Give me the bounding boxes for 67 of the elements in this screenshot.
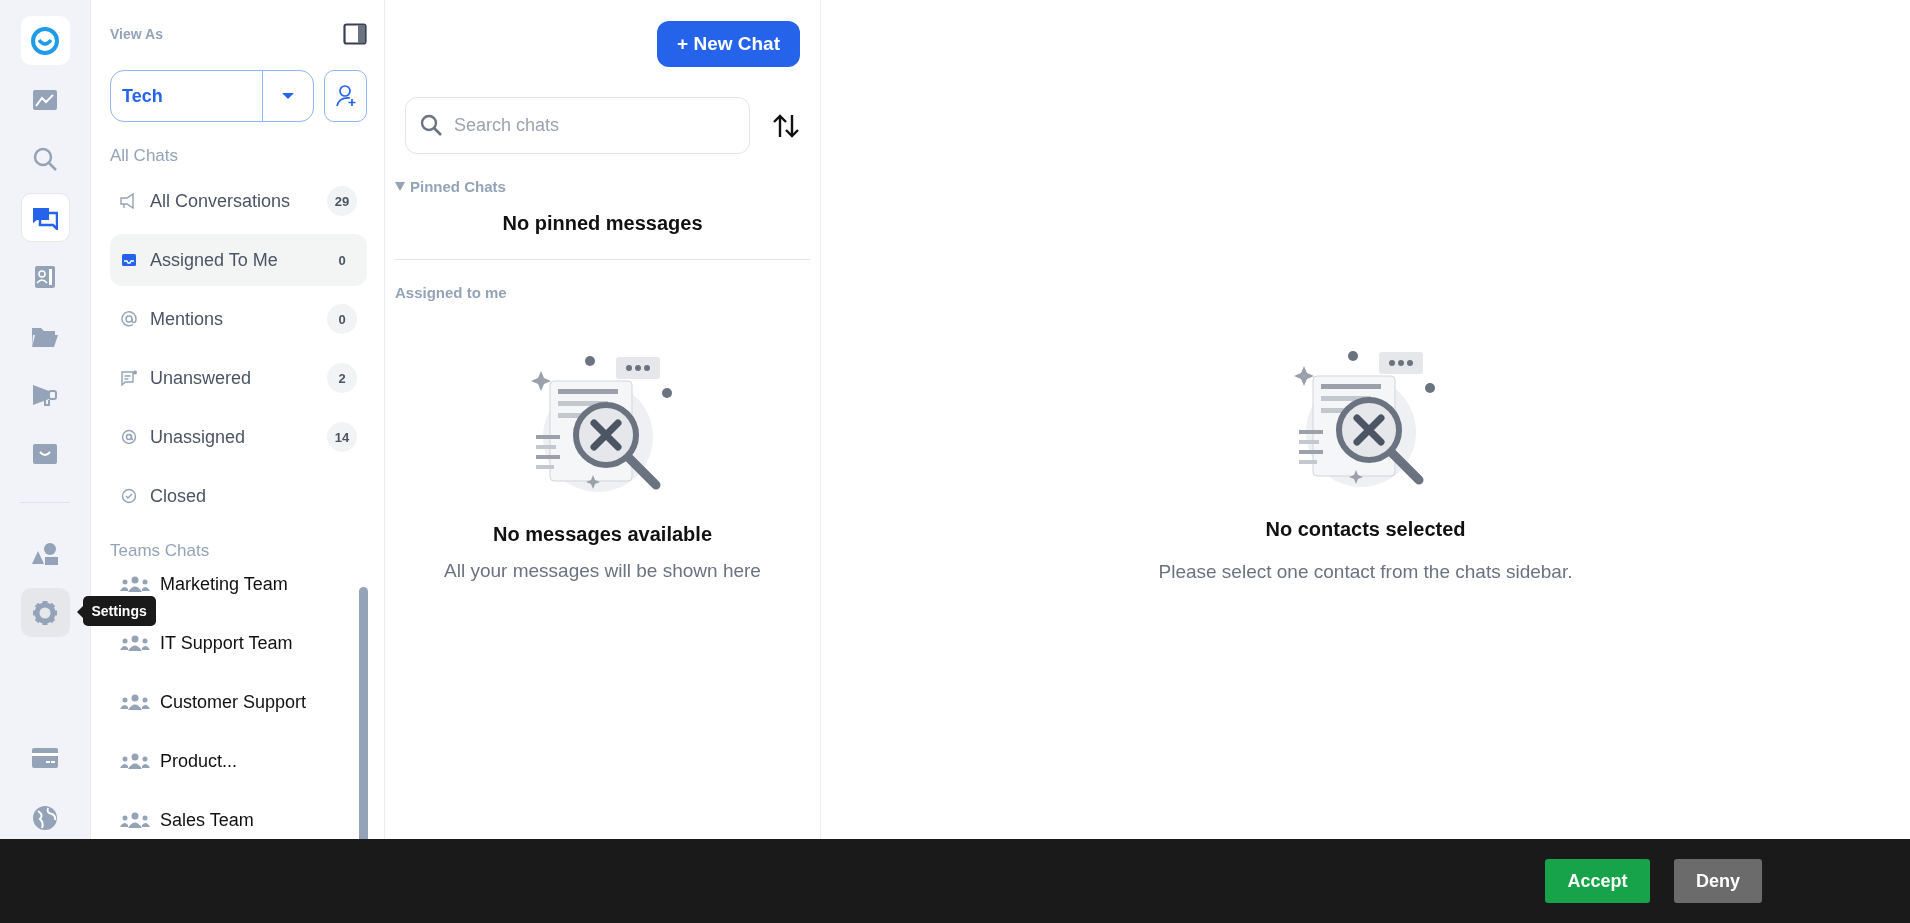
search-icon xyxy=(419,113,443,137)
view-as-select[interactable]: Tech xyxy=(110,70,314,122)
chat-filter-label: Unassigned xyxy=(150,426,247,448)
nav-rail-button[interactable] xyxy=(20,16,70,65)
group-icon xyxy=(120,635,150,651)
chat-filter-item[interactable]: Unanswered 2 xyxy=(110,352,367,404)
chat-filter-label: Unanswered xyxy=(150,367,253,389)
chart-icon xyxy=(32,88,58,111)
group-icon xyxy=(120,812,150,828)
contact-card-icon xyxy=(34,264,56,289)
search-field[interactable]: Search chats xyxy=(405,97,750,154)
group-icon xyxy=(120,753,150,769)
chat-filter-label: Mentions xyxy=(150,308,225,330)
at-icon xyxy=(121,429,137,445)
sort-icon[interactable] xyxy=(772,112,800,139)
message-icon xyxy=(121,370,137,386)
section-heading: Assigned to me xyxy=(395,284,508,301)
search-icon xyxy=(32,145,58,172)
megaphone-icon xyxy=(32,382,58,407)
empty-text: Please select one contact from the chats sidebar. xyxy=(1158,560,1573,584)
deny-button[interactable]: Deny xyxy=(1674,859,1762,903)
check-circle-icon xyxy=(121,488,137,504)
shapes-icon xyxy=(31,541,59,566)
section-heading: All Chats xyxy=(110,146,180,166)
empty-title: No contacts selected xyxy=(1265,518,1466,541)
panel-toggle-icon[interactable] xyxy=(343,23,367,45)
team-item[interactable]: Product... xyxy=(120,748,238,774)
new-chat-button[interactable]: + New Chat xyxy=(657,21,800,67)
team-item[interactable]: Marketing Team xyxy=(120,571,288,597)
count-label: 0 xyxy=(338,311,346,327)
chat-filter-label: All Conversations xyxy=(150,190,292,212)
count-label: 14 xyxy=(334,429,350,445)
tray-icon xyxy=(121,253,137,267)
chat-filter-item[interactable]: Closed xyxy=(110,470,367,522)
chat-filter-item[interactable]: Unassigned 14 xyxy=(110,411,367,463)
chat-icon xyxy=(32,205,58,230)
tooltip: Settings xyxy=(82,596,156,626)
chat-filter-label: Closed xyxy=(150,485,208,507)
group-icon xyxy=(120,694,150,710)
chat-filter-item[interactable]: Mentions 0 xyxy=(110,293,367,345)
empty-message: No pinned messages xyxy=(501,212,704,235)
caret-icon xyxy=(281,92,295,100)
at-icon xyxy=(121,311,137,327)
count-label: 29 xyxy=(334,193,350,209)
chat-filter-item[interactable]: All Conversations 29 xyxy=(110,175,367,227)
scrollbar[interactable] xyxy=(359,587,368,839)
logo-icon xyxy=(30,25,60,56)
count-label: 0 xyxy=(338,252,346,268)
chat-filter-item[interactable]: Assigned To Me 0 xyxy=(110,234,367,286)
add-user-icon xyxy=(334,84,357,108)
section-heading: Teams Chats xyxy=(110,541,211,561)
team-item[interactable]: Sales Team xyxy=(120,807,254,833)
globe-icon xyxy=(32,805,58,831)
team-item[interactable]: Customer Support xyxy=(120,689,307,715)
empty-title: No messages available xyxy=(493,523,712,546)
view-as-label: View As xyxy=(110,26,163,42)
empty-text: All your messages will be shown here xyxy=(443,559,762,583)
nav-rail-button[interactable] xyxy=(20,588,70,637)
team-item[interactable]: IT Support Team xyxy=(120,630,293,656)
card-icon xyxy=(31,747,59,769)
settings-icon xyxy=(32,599,58,626)
chat-filter-label: Assigned To Me xyxy=(150,249,279,271)
inbox-icon xyxy=(32,442,58,465)
add-user-button[interactable] xyxy=(324,70,367,122)
count-label: 2 xyxy=(338,370,346,386)
group-icon xyxy=(120,576,150,592)
nav-rail-button[interactable] xyxy=(20,193,70,242)
